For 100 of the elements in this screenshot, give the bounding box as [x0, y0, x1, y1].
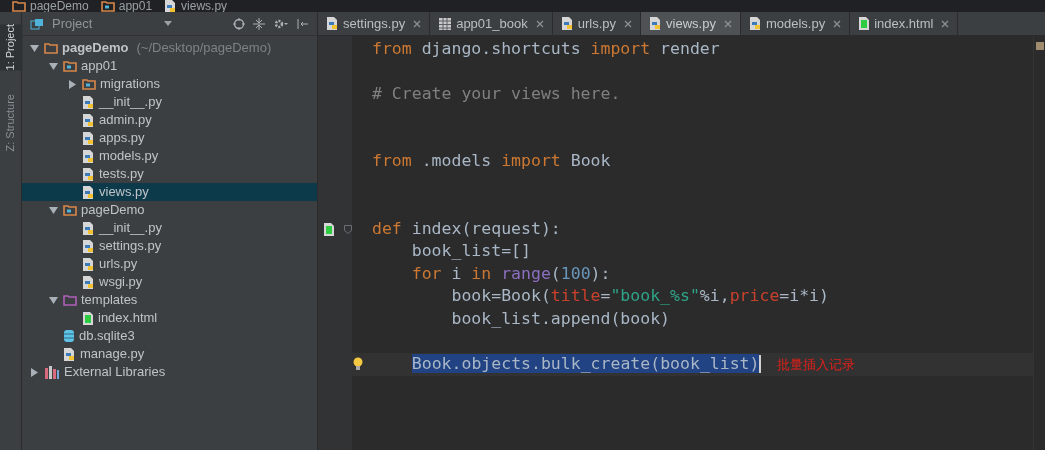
tree-item-label: pageDemo	[62, 39, 129, 58]
code-line: from django.shortcuts import render	[371, 37, 720, 60]
project-path: (~/Desktop/pageDemo)	[136, 39, 272, 58]
lightbulb-icon[interactable]	[353, 357, 363, 372]
tree-item[interactable]: __init__.py	[22, 93, 317, 111]
python-file-icon	[649, 16, 663, 31]
python-file-icon	[82, 274, 95, 290]
folder-icon	[44, 42, 58, 54]
folder-icon	[82, 78, 96, 90]
close-icon[interactable]	[624, 19, 633, 28]
panel-title[interactable]: Project	[52, 13, 93, 34]
tree-item-label: urls.py	[99, 255, 138, 274]
folder-icon	[63, 204, 77, 216]
tree-item[interactable]: views.py	[22, 183, 317, 201]
python-file-icon	[82, 220, 95, 236]
tree-item-label: db.sqlite3	[79, 327, 135, 346]
settings-icon[interactable]	[273, 17, 289, 30]
tree-item[interactable]: wsgi.py	[22, 273, 317, 291]
python-file-icon	[82, 94, 95, 110]
close-icon[interactable]	[833, 19, 842, 28]
html-file-icon	[323, 221, 335, 237]
close-icon[interactable]	[941, 19, 950, 28]
tree-item[interactable]: urls.py	[22, 255, 317, 273]
tree-item-label: wsgi.py	[99, 273, 143, 292]
tree-item[interactable]: admin.py	[22, 111, 317, 129]
tree-item[interactable]: app01	[22, 57, 317, 75]
tree-item[interactable]: pageDemo	[22, 201, 317, 219]
editor-tab[interactable]: views.py	[641, 12, 741, 35]
tree-item-label: index.html	[98, 309, 158, 328]
close-icon[interactable]	[535, 19, 544, 28]
folder-icon	[63, 294, 77, 306]
hide-panel-icon[interactable]	[297, 17, 309, 30]
tool-window-tab[interactable]: 1: Project	[0, 24, 23, 71]
target-icon[interactable]	[233, 17, 245, 30]
collapsed-arrow-icon[interactable]	[67, 79, 77, 89]
tree-item-label: tests.py	[99, 165, 144, 184]
warning-marker-icon	[1035, 42, 1044, 50]
code-line: book_list=[]	[410, 240, 531, 263]
python-file-icon	[82, 184, 95, 200]
collapse-icon[interactable]	[253, 17, 265, 30]
code-line: book_list.append(book)	[450, 307, 670, 330]
tree-item-label: apps.py	[99, 129, 145, 148]
folder-icon	[63, 60, 77, 72]
python-file-icon	[560, 16, 574, 31]
tool-window-tab[interactable]: Z: Structure	[0, 94, 23, 152]
code-line: from .models import Book	[371, 150, 611, 173]
editor-tab[interactable]: index.html	[850, 12, 959, 35]
tree-item-label: app01	[81, 57, 118, 76]
tree-item-label: External Libraries	[64, 363, 166, 382]
books-icon	[44, 365, 60, 379]
code-line: def index(request):	[371, 217, 561, 240]
tree-item[interactable]: templates	[22, 291, 317, 309]
tree-item[interactable]: External Libraries	[22, 363, 317, 381]
tree-item-label: templates	[81, 291, 138, 310]
editor-tab[interactable]: models.py	[740, 12, 851, 35]
python-file-icon	[748, 16, 762, 31]
tree-item[interactable]: models.py	[22, 147, 317, 165]
fold-marker-icon[interactable]	[344, 224, 352, 234]
editor-tab[interactable]: app01_book	[430, 12, 553, 35]
tree-item-label: migrations	[100, 75, 160, 94]
python-file-icon	[82, 238, 95, 254]
tree-item-label: admin.py	[99, 111, 152, 130]
tree-item[interactable]: manage.py	[22, 345, 317, 363]
close-icon[interactable]	[413, 19, 422, 28]
close-icon[interactable]	[723, 19, 732, 28]
dropdown-caret-icon[interactable]	[164, 21, 173, 26]
tree-item[interactable]: tests.py	[22, 165, 317, 183]
collapsed-arrow-icon[interactable]	[29, 367, 39, 377]
tree-item[interactable]: index.html	[22, 309, 317, 327]
python-file-icon	[82, 130, 95, 146]
project-view-icon	[30, 17, 44, 30]
html-file-icon	[858, 16, 871, 31]
code-line: book=Book(title="book_%s"%i,price=i*i)	[450, 285, 829, 308]
annotation: 批量插入记录	[777, 355, 856, 374]
tree-item-label: manage.py	[80, 345, 145, 364]
tree-item-label: settings.py	[99, 237, 162, 256]
tree-item[interactable]: settings.py	[22, 237, 317, 255]
tree-item-label: views.py	[99, 183, 149, 202]
tree-item-label: models.py	[99, 147, 159, 166]
folder-icon	[100, 0, 115, 12]
editor-tab[interactable]: settings.py	[318, 12, 431, 35]
breadcrumb[interactable]: views.py	[164, 0, 228, 12]
python-file-icon	[82, 148, 95, 164]
table-icon	[438, 16, 453, 31]
database-icon	[63, 329, 75, 343]
tree-item-label: pageDemo	[81, 201, 145, 220]
expanded-arrow-icon[interactable]	[48, 205, 58, 215]
tree-item[interactable]: db.sqlite3	[22, 327, 317, 345]
tree-item[interactable]: pageDemo (~/Desktop/pageDemo)	[22, 39, 317, 57]
python-file-icon	[82, 112, 95, 128]
breadcrumb[interactable]: app01	[100, 0, 153, 12]
tree-item[interactable]: apps.py	[22, 129, 317, 147]
python-file-icon	[82, 166, 95, 182]
expanded-arrow-icon[interactable]	[48, 295, 58, 305]
python-file-icon	[326, 16, 339, 31]
tree-item-label: __init__.py	[99, 219, 162, 238]
tree-item[interactable]: __init__.py	[22, 219, 317, 237]
tree-item-label: __init__.py	[99, 93, 162, 112]
tree-item[interactable]: migrations	[22, 75, 317, 93]
breadcrumb[interactable]: pageDemo	[12, 0, 89, 12]
